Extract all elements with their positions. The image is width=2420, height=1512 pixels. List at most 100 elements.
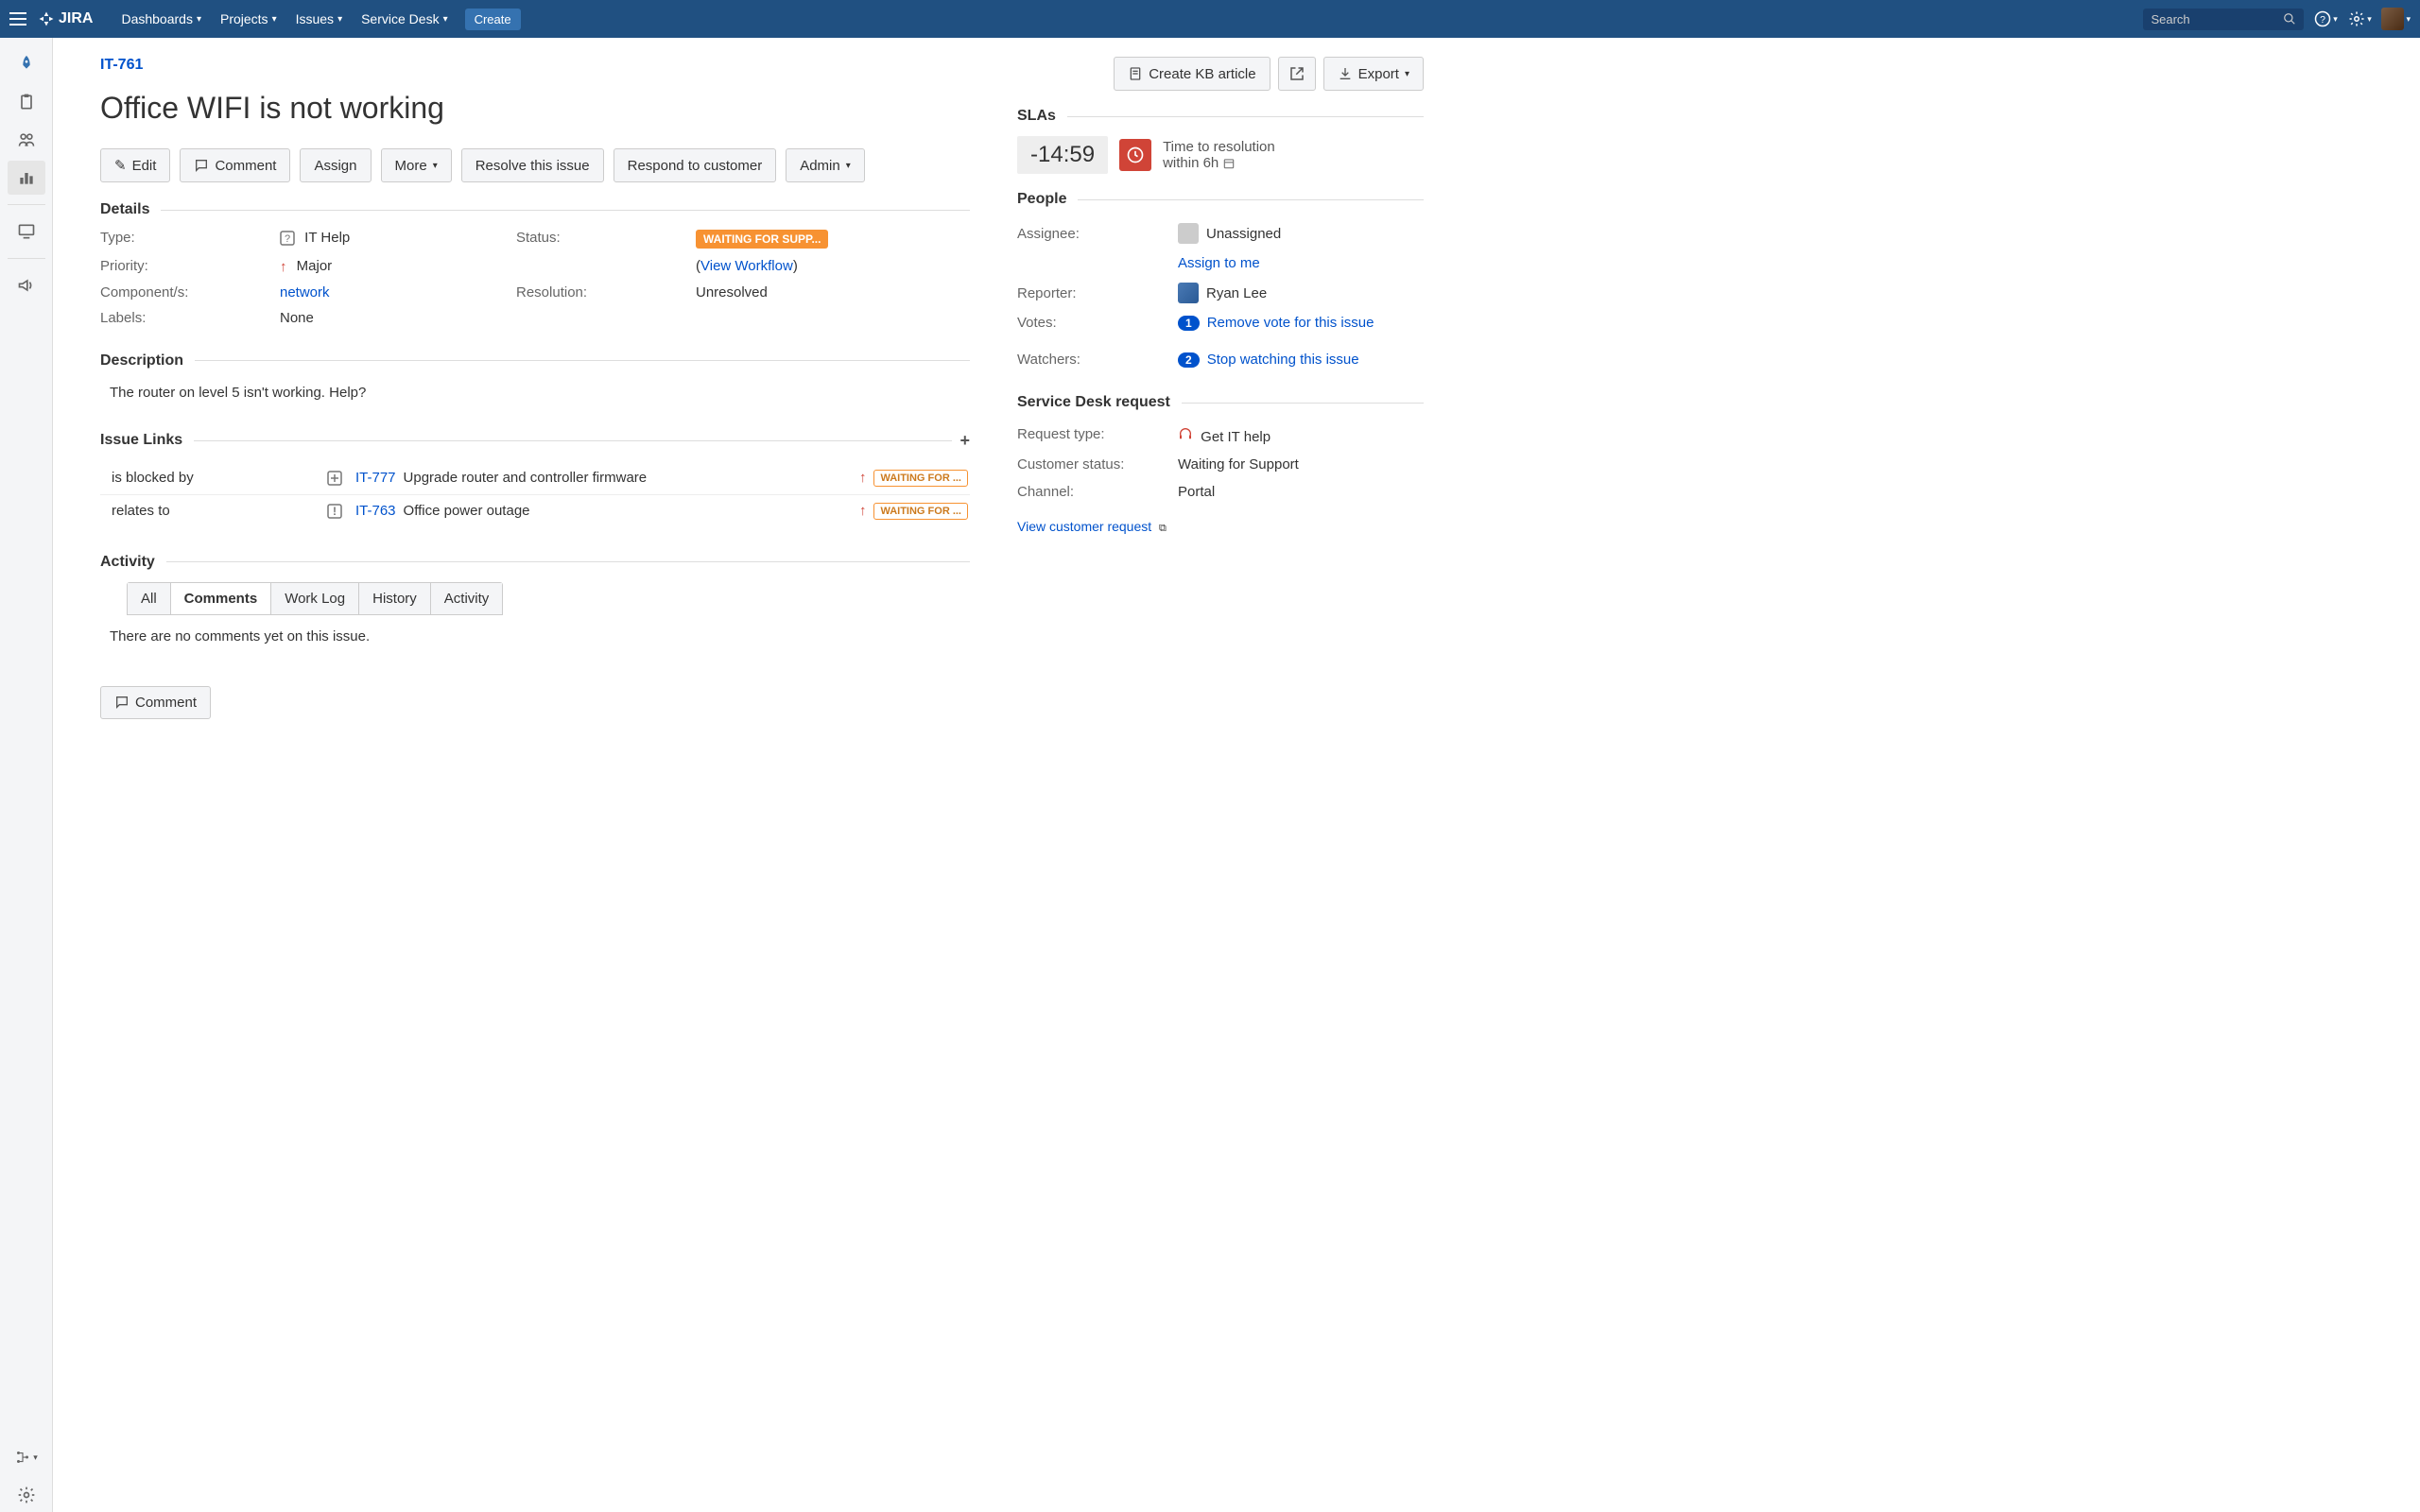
edit-button[interactable]: ✎Edit — [100, 148, 170, 182]
external-link-icon: ⧉ — [1159, 523, 1167, 534]
issue-type-icon — [327, 471, 342, 486]
create-button[interactable]: Create — [465, 9, 521, 30]
nav-dashboards[interactable]: Dashboards▾ — [112, 0, 211, 38]
caret-down-icon: ▾ — [337, 14, 342, 25]
stop-watching-link[interactable]: Stop watching this issue — [1207, 352, 1359, 368]
rail-clipboard-icon[interactable] — [8, 85, 45, 119]
comment-button[interactable]: Comment — [180, 148, 290, 182]
votes-label: Votes: — [1017, 315, 1178, 331]
nav-projects[interactable]: Projects▾ — [211, 0, 286, 38]
rail-people-icon[interactable] — [8, 123, 45, 157]
resolution-label: Resolution: — [516, 284, 686, 301]
admin-button[interactable]: Admin▾ — [786, 148, 865, 182]
labels-label: Labels: — [100, 310, 270, 326]
issue-link-row: relates to ! IT-763 Office power outage … — [100, 494, 970, 527]
watchers-label: Watchers: — [1017, 342, 1178, 368]
svg-text:?: ? — [2320, 14, 2325, 26]
rail-gear-icon[interactable] — [8, 1478, 45, 1512]
help-icon[interactable]: ? ▾ — [2313, 7, 2338, 31]
status-label: Status: — [516, 230, 686, 249]
svg-text:!: ! — [333, 505, 337, 518]
activity-tabs: All Comments Work Log History Activity — [127, 582, 503, 615]
jira-logo-icon — [38, 10, 55, 27]
nav-issues[interactable]: Issues▾ — [286, 0, 353, 38]
tab-work-log[interactable]: Work Log — [271, 583, 359, 614]
caret-down-icon: ▾ — [846, 161, 851, 171]
caret-down-icon: ▾ — [2367, 14, 2372, 25]
respond-button[interactable]: Respond to customer — [614, 148, 777, 182]
component-link[interactable]: network — [280, 284, 330, 301]
assign-to-me-link[interactable]: Assign to me — [1178, 255, 1260, 271]
jira-logo[interactable]: JIRA — [38, 10, 93, 27]
sla-clock-icon — [1119, 139, 1151, 171]
caret-down-icon: ▾ — [272, 14, 277, 25]
link-relation: relates to — [102, 503, 320, 519]
settings-gear-icon[interactable]: ▾ — [2347, 7, 2372, 31]
comment-icon — [194, 158, 209, 173]
rail-monitor-icon[interactable] — [8, 215, 45, 249]
issue-title: Office WIFI is not working — [100, 91, 970, 126]
type-value: ? IT Help — [280, 230, 507, 249]
issue-key-link[interactable]: IT-761 — [100, 57, 970, 74]
create-kb-button[interactable]: Create KB article — [1114, 57, 1270, 91]
add-link-button[interactable]: + — [959, 431, 970, 451]
share-icon — [1288, 65, 1305, 82]
reporter-label: Reporter: — [1017, 285, 1178, 301]
priority-value: ↑ Major — [280, 258, 507, 275]
assign-button[interactable]: Assign — [300, 148, 371, 182]
tab-all[interactable]: All — [128, 583, 171, 614]
status-value: WAITING FOR SUPP... — [696, 230, 970, 249]
rail-hierarchy-icon[interactable]: ▾ — [8, 1440, 45, 1474]
reporter-value: Ryan Lee — [1206, 285, 1267, 301]
no-comments-text: There are no comments yet on this issue. — [100, 615, 970, 658]
caret-down-icon: ▾ — [2406, 14, 2411, 25]
comment-icon — [114, 695, 130, 710]
rail-megaphone-icon[interactable] — [8, 268, 45, 302]
caret-down-icon: ▾ — [443, 14, 448, 25]
linked-issue-key[interactable]: IT-763 — [355, 503, 396, 519]
resolve-button[interactable]: Resolve this issue — [461, 148, 604, 182]
description-header: Description — [100, 352, 970, 369]
export-button[interactable]: Export ▾ — [1323, 57, 1424, 91]
slas-header: SLAs — [1017, 108, 1424, 125]
user-avatar-icon — [2381, 8, 2404, 30]
tab-comments[interactable]: Comments — [171, 583, 272, 614]
hamburger-menu-icon[interactable] — [9, 12, 26, 26]
sla-timer: -14:59 — [1017, 136, 1108, 174]
issue-link-row: is blocked by IT-777 Upgrade router and … — [100, 462, 970, 494]
document-icon — [1128, 66, 1143, 81]
tab-activity[interactable]: Activity — [431, 583, 503, 614]
question-box-icon: ? — [280, 231, 295, 246]
add-comment-button[interactable]: Comment — [100, 686, 211, 719]
share-button[interactable] — [1278, 57, 1316, 91]
caret-down-icon: ▾ — [197, 14, 201, 25]
people-header: People — [1017, 191, 1424, 208]
details-header: Details — [100, 201, 970, 218]
remove-vote-link[interactable]: Remove vote for this issue — [1207, 315, 1374, 331]
user-menu[interactable]: ▾ — [2381, 8, 2411, 30]
linked-issue-status: WAITING FOR ... — [873, 503, 968, 520]
top-nav: JIRA Dashboards▾ Projects▾ Issues▾ Servi… — [0, 0, 2420, 38]
tab-history[interactable]: History — [359, 583, 431, 614]
link-relation: is blocked by — [102, 470, 320, 486]
request-type-value: Get IT help — [1178, 426, 1424, 445]
view-customer-request-link[interactable]: View customer request — [1017, 519, 1151, 534]
caret-down-icon: ▾ — [433, 161, 438, 171]
jira-logo-text: JIRA — [59, 10, 93, 27]
search-input[interactable] — [2143, 9, 2304, 30]
view-workflow-link[interactable]: View Workflow — [700, 258, 793, 274]
linked-issue-status: WAITING FOR ... — [873, 470, 968, 487]
linked-issue-key[interactable]: IT-777 — [355, 470, 396, 486]
channel-label: Channel: — [1017, 484, 1178, 500]
assignee-value: Unassigned — [1206, 226, 1281, 242]
more-button[interactable]: More▾ — [381, 148, 452, 182]
headset-icon — [1178, 426, 1193, 441]
caret-down-icon: ▾ — [1405, 69, 1409, 79]
nav-service-desk[interactable]: Service Desk▾ — [352, 0, 458, 38]
priority-icon: ↑ — [859, 503, 867, 519]
rail-reports-icon[interactable] — [8, 161, 45, 195]
issue-type-icon: ! — [327, 504, 342, 519]
rail-rocket-icon[interactable] — [8, 47, 45, 81]
reporter-avatar-icon — [1178, 283, 1199, 303]
priority-major-icon: ↑ — [280, 259, 287, 275]
